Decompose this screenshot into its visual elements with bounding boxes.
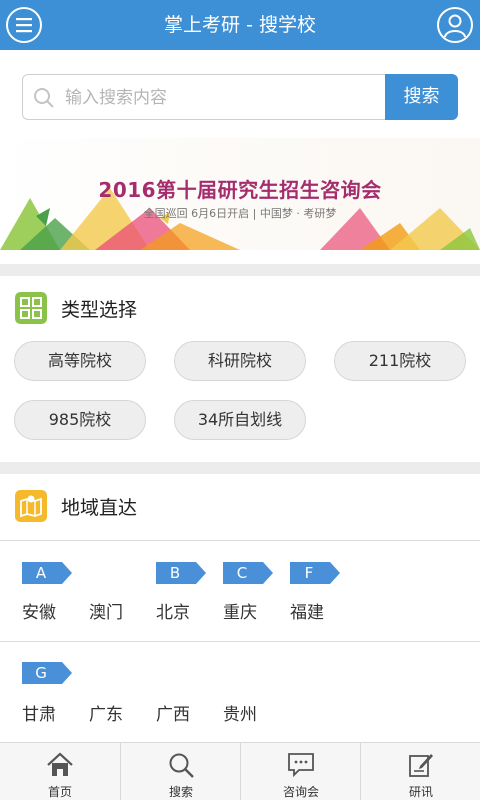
section-gap xyxy=(0,462,480,474)
letter-tag-g: G xyxy=(22,662,72,684)
app-header: 掌上考研 - 搜学校 xyxy=(0,0,480,50)
chat-icon xyxy=(288,753,314,778)
promo-banner[interactable]: 2016第十届研究生招生咨询会 全国巡回 6月6日开启 | 中国梦 · 考研梦 xyxy=(0,138,480,250)
search-input[interactable] xyxy=(65,83,375,113)
map-icon xyxy=(15,490,47,522)
letter-c: C xyxy=(236,564,248,582)
tab-home-label: 首页 xyxy=(47,785,72,799)
letter-tag-c: C xyxy=(223,562,273,584)
region-guangxi[interactable]: 广西 xyxy=(156,700,190,725)
region-fujian[interactable]: 福建 xyxy=(290,598,324,623)
tab-home[interactable]: 首页 xyxy=(0,743,120,800)
region-section-header: 地域直达 xyxy=(0,483,480,529)
search-bar: 搜索 xyxy=(22,74,458,120)
edit-note-icon xyxy=(409,754,433,777)
region-beijing[interactable]: 北京 xyxy=(156,598,190,623)
section-gap xyxy=(0,264,480,276)
tab-consult[interactable]: 咨询会 xyxy=(240,743,360,800)
search-icon xyxy=(169,753,194,778)
letter-a: A xyxy=(35,564,47,582)
tab-search[interactable]: 搜索 xyxy=(120,743,240,800)
region-chongqing[interactable]: 重庆 xyxy=(223,598,257,623)
chip-211[interactable]: 211院校 xyxy=(334,341,466,381)
tab-search-label: 搜索 xyxy=(168,785,193,799)
region-gansu[interactable]: 甘肃 xyxy=(22,700,56,725)
letter-tag-a: A xyxy=(22,562,72,584)
user-button[interactable] xyxy=(437,7,473,43)
letter-g: G xyxy=(35,664,47,682)
letter-b: B xyxy=(169,564,181,582)
tab-news-label: 研讯 xyxy=(408,785,433,799)
banner-title: 2016第十届研究生招生咨询会 xyxy=(98,178,382,202)
user-icon xyxy=(444,14,466,38)
divider xyxy=(0,641,480,642)
region-macau[interactable]: 澳门 xyxy=(89,598,123,623)
chip-34-self-line[interactable]: 34所自划线 xyxy=(174,400,306,440)
banner-subtitle: 全国巡回 6月6日开启 | 中国梦 · 考研梦 xyxy=(143,207,337,220)
chip-research[interactable]: 科研院校 xyxy=(174,341,306,381)
page-title: 掌上考研 - 搜学校 xyxy=(164,14,316,36)
letter-tag-f: F xyxy=(290,562,340,584)
grid-icon xyxy=(15,292,47,324)
letter-f: F xyxy=(304,564,314,582)
chip-985[interactable]: 985院校 xyxy=(14,400,146,440)
region-anhui[interactable]: 安徽 xyxy=(22,598,56,623)
divider xyxy=(0,540,480,541)
search-box xyxy=(22,74,386,120)
chip-higher-ed[interactable]: 高等院校 xyxy=(14,341,146,381)
region-guangdong[interactable]: 广东 xyxy=(89,700,123,725)
bottom-tab-bar: 首页 搜索 咨询会 研讯 xyxy=(0,742,480,800)
search-button[interactable]: 搜索 xyxy=(385,74,458,120)
tab-consult-label: 咨询会 xyxy=(282,785,319,799)
letter-tag-b: B xyxy=(156,562,206,584)
tab-news[interactable]: 研讯 xyxy=(360,743,480,800)
search-icon xyxy=(34,88,54,108)
region-section-title: 地域直达 xyxy=(61,497,138,519)
type-section-header: 类型选择 xyxy=(0,285,480,331)
type-section-title: 类型选择 xyxy=(61,299,138,321)
region-guizhou[interactable]: 贵州 xyxy=(223,700,257,725)
home-icon xyxy=(47,752,73,776)
